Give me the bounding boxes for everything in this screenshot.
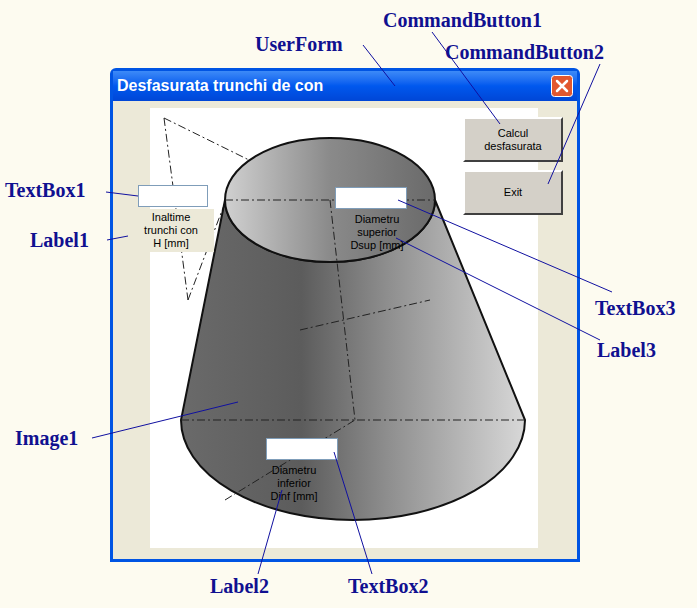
close-icon[interactable] [551, 75, 573, 97]
annotation-label: Image1 [15, 426, 78, 450]
exit-button[interactable]: Exit [463, 170, 563, 215]
annotation-label: TextBox3 [595, 296, 675, 320]
top-diameter-label: DiametrusuperiorDsup [mm] [337, 211, 417, 254]
button-column: Calculdesfasurata Exit [463, 117, 563, 215]
calculate-button[interactable]: Calculdesfasurata [463, 117, 563, 162]
annotated-screenshot: Desfasurata trunchi de con Inaltimetrunch… [0, 0, 697, 608]
annotation-label: TextBox1 [5, 178, 85, 202]
client-area: Inaltimetrunchi conH [mm] Diametrusuperio… [113, 101, 577, 559]
annotation-label: Label1 [30, 228, 89, 252]
window-title: Desfasurata trunchi de con [117, 74, 323, 98]
annotation-label: CommandButton1 [383, 8, 542, 32]
top-diameter-textbox[interactable] [335, 187, 407, 209]
height-label: Inaltimetrunchi conH [mm] [128, 209, 214, 252]
annotation-label: Label3 [597, 338, 656, 362]
bottom-diameter-textbox[interactable] [266, 438, 338, 460]
annotation-label: CommandButton2 [445, 40, 604, 64]
annotation-label: TextBox2 [348, 574, 428, 598]
userform-window: Desfasurata trunchi de con Inaltimetrunch… [110, 68, 580, 562]
title-bar: Desfasurata trunchi de con [113, 71, 577, 101]
annotation-label: UserForm [255, 32, 343, 56]
annotation-label: Label2 [210, 574, 269, 598]
leader-lines [0, 0, 697, 608]
height-textbox[interactable] [138, 185, 208, 207]
bottom-diameter-label: DiametruinferiorDinf [mm] [261, 462, 327, 505]
